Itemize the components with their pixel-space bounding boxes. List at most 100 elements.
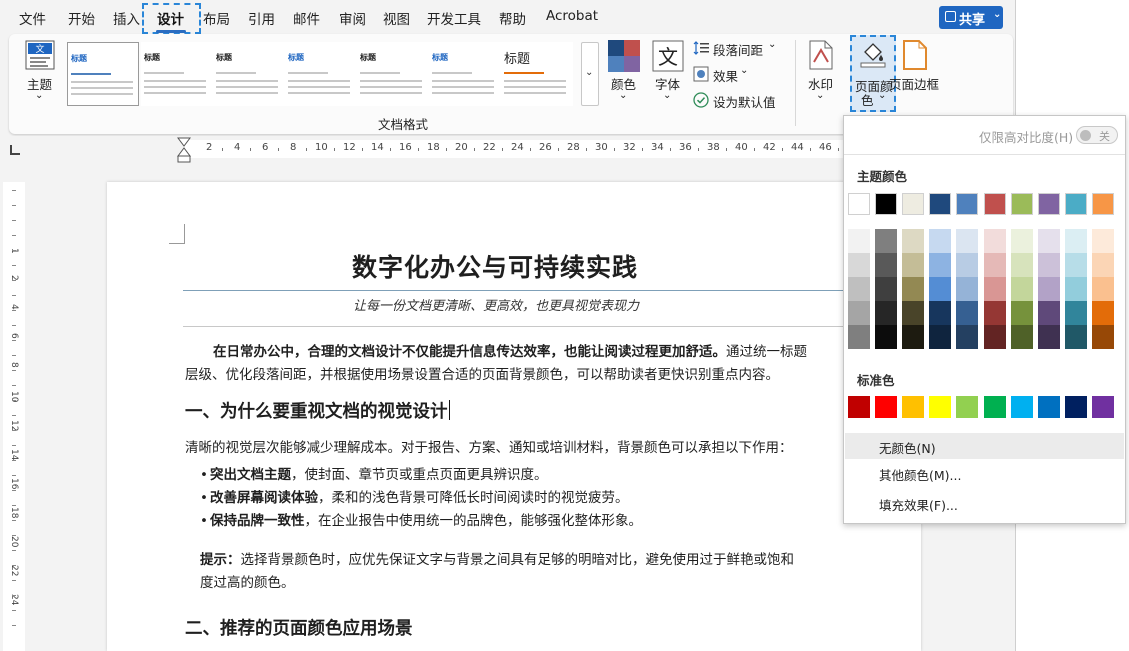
style-thumbnail[interactable]: 标题 xyxy=(357,42,429,106)
share-button[interactable]: 共享 ⌄ xyxy=(939,6,1003,29)
bullet-item[interactable]: • 改善屏幕阅读体验，柔和的浅色背景可降低长时间阅读时的视觉疲劳。 xyxy=(200,486,628,506)
theme-color-swatch[interactable] xyxy=(1064,193,1087,215)
theme-color-swatch[interactable] xyxy=(983,193,1006,215)
theme-shade-swatch[interactable] xyxy=(929,253,952,277)
no-color-item[interactable]: 无颜色(N) xyxy=(845,433,1124,459)
standard-color-swatch[interactable] xyxy=(983,396,1006,418)
document-page[interactable]: 数字化办公与可持续实践 让每一份文档更清晰、更高效，也更具视觉表现力 在日常办公… xyxy=(107,182,921,651)
theme-shade-swatch[interactable] xyxy=(1091,253,1114,277)
theme-color-swatch[interactable] xyxy=(848,193,870,215)
tab-8[interactable]: 视图 xyxy=(383,8,410,28)
theme-color-swatch[interactable] xyxy=(929,193,952,215)
theme-shade-swatch[interactable] xyxy=(1037,229,1060,253)
theme-shade-swatch[interactable] xyxy=(1010,301,1033,325)
theme-shade-swatch[interactable] xyxy=(956,253,979,277)
colors-button[interactable]: 颜色 ⌄ xyxy=(605,40,643,106)
paragraph-2[interactable]: 清晰的视觉层次能够减少理解成本。对于报告、方案、通知或培训材料，背景颜色可以承担… xyxy=(185,436,793,456)
style-thumbnail[interactable]: 标题 xyxy=(141,42,213,106)
fill-effects-item[interactable]: 填充效果(F)... xyxy=(845,490,1124,516)
theme-color-swatch[interactable] xyxy=(1010,193,1033,215)
indent-marker-icon[interactable] xyxy=(177,137,191,163)
theme-color-swatch[interactable] xyxy=(956,193,979,215)
theme-shade-swatch[interactable] xyxy=(1010,229,1033,253)
theme-shade-swatch[interactable] xyxy=(848,253,870,277)
theme-shade-swatch[interactable] xyxy=(875,277,898,301)
theme-shade-swatch[interactable] xyxy=(929,229,952,253)
theme-shade-swatch[interactable] xyxy=(902,253,925,277)
style-thumbnail[interactable]: 标题 xyxy=(213,42,285,106)
document-title[interactable]: 数字化办公与可持续实践 xyxy=(352,248,638,284)
theme-shade-swatch[interactable] xyxy=(929,277,952,301)
theme-shade-swatch[interactable] xyxy=(1091,301,1114,325)
theme-color-swatch[interactable] xyxy=(875,193,898,215)
tab-2[interactable]: 插入 xyxy=(113,8,140,28)
theme-shade-swatch[interactable] xyxy=(1037,277,1060,301)
standard-color-swatch[interactable] xyxy=(875,396,898,418)
theme-shade-swatch[interactable] xyxy=(1064,229,1087,253)
set-default-button[interactable]: 设为默认值 xyxy=(693,90,783,110)
standard-color-swatch[interactable] xyxy=(1010,396,1033,418)
heading-2[interactable]: 二、推荐的页面颜色应用场景 xyxy=(185,615,413,640)
heading-1[interactable]: 一、为什么要重视文档的视觉设计 xyxy=(185,398,450,423)
standard-color-swatch[interactable] xyxy=(929,396,952,418)
theme-shade-swatch[interactable] xyxy=(983,301,1006,325)
theme-shade-swatch[interactable] xyxy=(902,229,925,253)
theme-shade-swatch[interactable] xyxy=(875,229,898,253)
theme-shade-swatch[interactable] xyxy=(1064,325,1087,349)
theme-shade-swatch[interactable] xyxy=(1091,229,1114,253)
style-thumbnail[interactable]: 标题 xyxy=(501,42,573,106)
tab-0[interactable]: 文件 xyxy=(19,8,46,28)
theme-shade-swatch[interactable] xyxy=(902,301,925,325)
tab-10[interactable]: 帮助 xyxy=(499,8,526,28)
theme-shade-swatch[interactable] xyxy=(1091,277,1114,301)
theme-shade-swatch[interactable] xyxy=(1064,253,1087,277)
standard-color-swatch[interactable] xyxy=(956,396,979,418)
theme-shade-swatch[interactable] xyxy=(848,301,870,325)
theme-shade-swatch[interactable] xyxy=(902,277,925,301)
theme-shade-swatch[interactable] xyxy=(1091,325,1114,349)
theme-shade-swatch[interactable] xyxy=(929,325,952,349)
standard-color-swatch[interactable] xyxy=(1091,396,1114,418)
theme-shade-swatch[interactable] xyxy=(1010,325,1033,349)
tip-line-2[interactable]: 度过高的颜色。 xyxy=(200,571,295,591)
theme-shade-swatch[interactable] xyxy=(1064,277,1087,301)
theme-button[interactable]: 文 主题 ⌄ xyxy=(19,40,61,106)
theme-shade-swatch[interactable] xyxy=(848,229,870,253)
tab-7[interactable]: 审阅 xyxy=(339,8,366,28)
page-borders-button[interactable]: 页面边框 xyxy=(888,40,944,106)
paragraph-1-line-2[interactable]: 层级、优化段落间距，并根据使用场景设置合适的页面背景颜色，可以帮助读者更快识别重… xyxy=(185,363,779,383)
theme-color-swatch[interactable] xyxy=(1091,193,1114,215)
paragraph-spacing-button[interactable]: 段落间距 ⌄ xyxy=(693,39,779,59)
tab-selector[interactable] xyxy=(10,145,20,155)
effects-button[interactable]: 效果 ⌄ xyxy=(693,64,763,84)
style-thumbnail[interactable]: 标题 xyxy=(429,42,501,106)
theme-shade-swatch[interactable] xyxy=(956,229,979,253)
tab-6[interactable]: 邮件 xyxy=(293,8,320,28)
more-colors-item[interactable]: 其他颜色(M)... xyxy=(845,460,1124,486)
theme-color-swatch[interactable] xyxy=(902,193,925,215)
theme-shade-swatch[interactable] xyxy=(983,325,1006,349)
watermark-button[interactable]: 水印 ⌄ xyxy=(804,40,838,106)
tab-9[interactable]: 开发工具 xyxy=(427,8,481,28)
theme-shade-swatch[interactable] xyxy=(1037,301,1060,325)
theme-shade-swatch[interactable] xyxy=(1037,325,1060,349)
theme-shade-swatch[interactable] xyxy=(1010,277,1033,301)
bullet-item[interactable]: • 保持品牌一致性，在企业报告中使用统一的品牌色，能够强化整体形象。 xyxy=(200,509,642,529)
tab-5[interactable]: 引用 xyxy=(248,8,275,28)
style-thumbnail[interactable]: 标题 xyxy=(285,42,357,106)
bullet-item[interactable]: • 突出文档主题，使封面、章节页或重点页面更具辨识度。 xyxy=(200,463,547,483)
theme-shade-swatch[interactable] xyxy=(1064,301,1087,325)
style-thumbnail[interactable]: 标题 xyxy=(67,42,139,106)
theme-shade-swatch[interactable] xyxy=(929,301,952,325)
theme-shade-swatch[interactable] xyxy=(902,325,925,349)
tab-11[interactable]: Acrobat xyxy=(546,8,598,24)
fonts-button[interactable]: 文 字体 ⌄ xyxy=(649,40,687,106)
theme-shade-swatch[interactable] xyxy=(1037,253,1060,277)
standard-color-swatch[interactable] xyxy=(1064,396,1087,418)
tip-line-1[interactable]: 提示：选择背景颜色时，应优先保证文字与背景之间具有足够的明暗对比，避免使用过于鲜… xyxy=(200,548,794,568)
gallery-more-button[interactable]: ⌄ xyxy=(581,42,599,106)
theme-shade-swatch[interactable] xyxy=(956,301,979,325)
theme-shade-swatch[interactable] xyxy=(983,253,1006,277)
theme-shade-swatch[interactable] xyxy=(956,277,979,301)
theme-shade-swatch[interactable] xyxy=(983,277,1006,301)
